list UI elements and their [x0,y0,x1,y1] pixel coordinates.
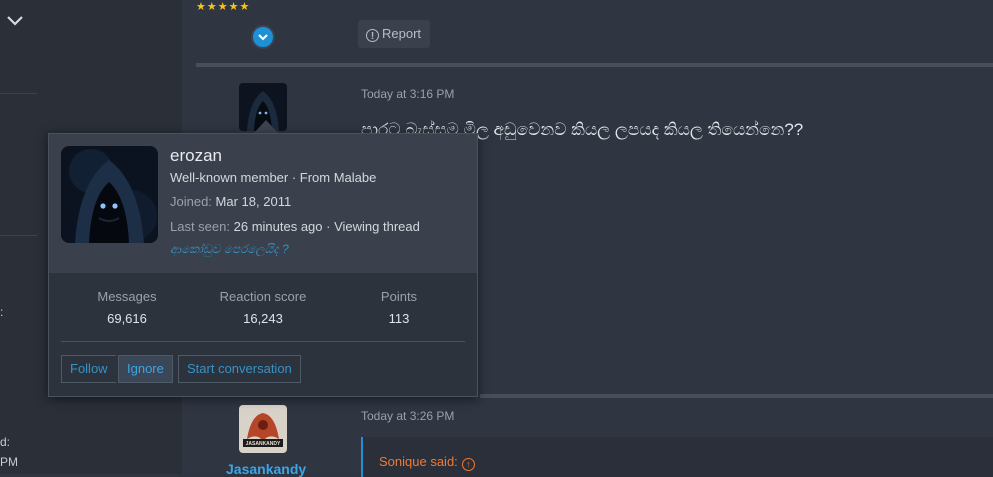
username-link[interactable]: Jasankandy [226,461,306,477]
chevron-down-icon [258,34,268,41]
dragon-logo-icon: JASANKANDY [239,405,287,453]
stat-points[interactable]: Points 113 [329,289,469,326]
post-timestamp[interactable]: Today at 3:26 PM [361,409,454,423]
stat-label: Points [380,289,418,304]
follow-button[interactable]: Follow [61,355,116,383]
stat-label: Messages [97,289,157,304]
avatar[interactable]: JASANKANDY [239,405,287,453]
ignore-button[interactable]: Ignore [118,355,173,383]
quote-author-label: Sonique said: [379,454,458,469]
member-avatar[interactable] [61,146,158,243]
member-title: Well-known member · From Malabe [170,170,377,185]
avatar-logo-text: JASANKANDY [246,441,281,447]
last-seen-value: 26 minutes ago · Viewing thread [233,219,420,234]
member-name[interactable]: erozan [170,146,222,166]
member-tooltip: erozan Well-known member · From Malabe J… [48,133,478,397]
member-signature[interactable]: ආකෝඩුව පෙරලෙයිද ? [170,242,289,257]
expand-button[interactable] [251,25,275,49]
stat-value: 113 [388,311,410,326]
quote-block: Sonique said: ↑ [361,437,993,477]
post-timestamp[interactable]: Today at 3:16 PM [361,87,454,101]
divider [0,235,37,236]
member-last-seen: Last seen: 26 minutes ago · Viewing thre… [170,219,420,234]
popup-pointer [254,120,278,133]
start-conversation-button[interactable]: Start conversation [178,355,301,383]
stat-messages[interactable]: Messages 69,616 [57,289,197,326]
rail-fragment: d: [0,435,11,449]
divider [61,341,465,342]
stat-label: Reaction score [219,289,307,304]
hooded-figure-icon [61,146,158,243]
last-seen-label: Last seen: [170,219,230,234]
member-joined: Joined: Mar 18, 2011 [170,194,291,209]
post-separator [196,63,993,67]
post-separator [480,394,993,398]
alert-icon: ! [366,29,379,42]
divider [0,93,37,94]
arrow-up-icon[interactable]: ↑ [461,458,475,471]
member-tooltip-header: erozan Well-known member · From Malabe J… [49,134,477,273]
report-button[interactable]: ! Report [358,20,430,48]
rail-fragment: : [0,305,4,319]
report-label: Report [382,26,422,41]
stat-reaction-score[interactable]: Reaction score 16,243 [193,289,333,326]
quote-author[interactable]: Sonique said: ↑ [379,454,475,471]
rail-fragment: PM [0,455,18,469]
joined-value: Mar 18, 2011 [215,194,292,209]
stat-value: 69,616 [107,311,147,326]
member-stats: Messages 69,616 Reaction score 16,243 Po… [49,273,477,341]
stat-value: 16,243 [243,311,283,326]
joined-label: Joined: [170,194,212,209]
rating-stars: ★★★★★ [196,1,251,13]
chevron-down-icon[interactable] [6,14,24,28]
